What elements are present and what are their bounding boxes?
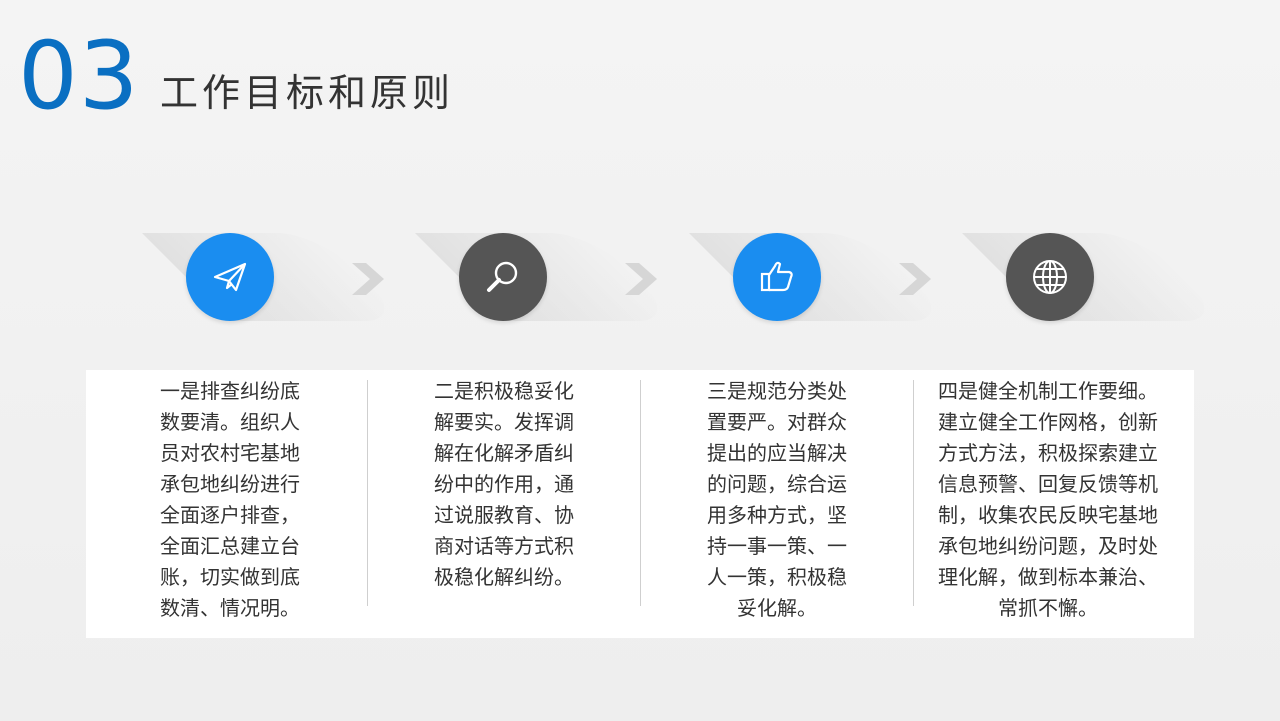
section-number: 03 — [18, 22, 140, 131]
chevron-right-icon — [352, 263, 384, 295]
step-4-circle — [1006, 233, 1094, 321]
slide: 03 工作目标和原则 一是排查纠纷底 数要清。组织人 员对农村宅基地 承包地纠纷… — [0, 0, 1280, 721]
column-4-text: 四是健全机制工作要细。 建立健全工作网格，创新 方式方法，积极探索建立 信息预警… — [938, 379, 1158, 620]
column-divider — [640, 380, 641, 606]
chevron-right-icon — [899, 263, 931, 295]
page-title: 工作目标和原则 — [160, 71, 455, 115]
column-divider — [367, 380, 368, 606]
step-2 — [415, 233, 683, 321]
step-1 — [142, 233, 410, 321]
paper-plane-icon — [213, 262, 247, 292]
step-3-circle — [733, 233, 821, 321]
column-3-text: 三是规范分类处 置要严。对群众 提出的应当解决 的问题，综合运 用多种方式，坚 … — [707, 379, 847, 620]
step-1-circle — [186, 233, 274, 321]
step-2-circle — [459, 233, 547, 321]
column-divider — [913, 380, 914, 606]
step-4 — [962, 233, 1230, 321]
column-1-text: 一是排查纠纷底 数要清。组织人 员对农村宅基地 承包地纠纷进行 全面逐户排查， … — [160, 379, 300, 620]
step-3 — [689, 233, 957, 321]
globe-icon — [1033, 260, 1067, 294]
chevron-right-icon — [625, 263, 657, 295]
thumbs-up-icon — [760, 261, 793, 292]
magnifier-icon — [487, 261, 518, 292]
column-2-text: 二是积极稳妥化 解要实。发挥调 解在化解矛盾纠 纷中的作用，通 过说服教育、协 … — [434, 379, 574, 589]
